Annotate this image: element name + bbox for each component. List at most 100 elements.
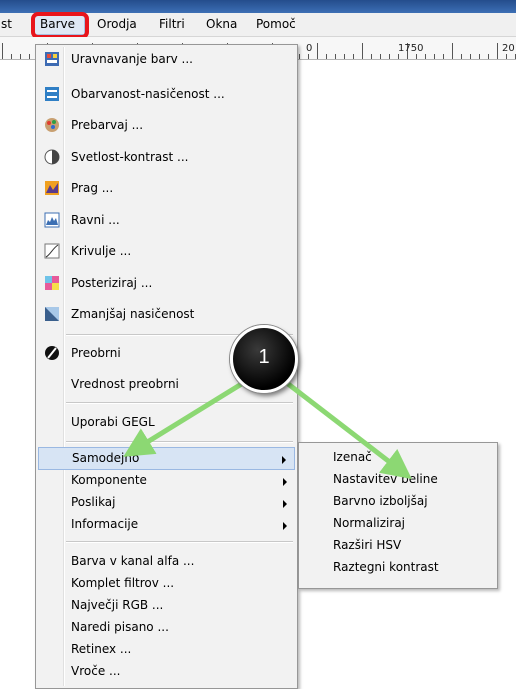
menu-item-label: Prebarvaj ... [71, 118, 144, 132]
color-balance-icon [45, 52, 59, 66]
menu-item-label: Komponente [71, 473, 147, 487]
ruler-tick [416, 54, 417, 59]
menu-item-curves[interactable]: Krivulje ... [38, 240, 295, 264]
menu-item-label: Krivulje ... [71, 244, 132, 258]
menubar-item-partial[interactable]: st [1, 17, 12, 32]
levels-icon [44, 212, 60, 228]
menu-item-label: Komplet filtrov ... [71, 576, 175, 590]
ruler-tick [353, 54, 354, 59]
menubar-item-tools[interactable]: Orodja [97, 17, 137, 32]
menu-item-label: Posteriziraj ... [71, 276, 153, 290]
hue-saturation-icon [45, 87, 59, 101]
posterize-icon [45, 276, 59, 290]
callout-number: 1 [258, 346, 270, 368]
ruler-tick [443, 54, 444, 59]
menu-item-label: Prag ... [71, 181, 114, 195]
menu-item-levels[interactable]: Ravni ... [38, 209, 295, 233]
menu-item-colorize[interactable]: Prebarvaj ... [38, 114, 295, 138]
menu-item-max-rgb[interactable]: Največji RGB ... [38, 595, 295, 617]
ruler-tick [497, 43, 498, 59]
menu-item-label: Samodejno [72, 451, 140, 465]
menubar-item-windows[interactable]: Okna [206, 17, 237, 32]
ruler-tick [317, 43, 318, 59]
menu-item-label: Uporabi GEGL [71, 415, 155, 429]
menu-item-brightness-contrast[interactable]: Svetlost-kontrast ... [38, 146, 295, 170]
curves-icon [44, 243, 60, 259]
submenu-arrow-icon [283, 522, 287, 530]
desaturate-icon [45, 307, 59, 321]
ruler-tick [29, 54, 30, 59]
menu-item-map[interactable]: Poslikaj [38, 492, 295, 514]
menu-item-colorify[interactable]: Naredi pisano ... [38, 617, 295, 639]
menu-item-use-gegl[interactable]: Uporabi GEGL [38, 411, 295, 435]
menu-item-color-balance[interactable]: Uravnavanje barv ... [38, 48, 295, 72]
highlight-box [31, 12, 89, 39]
submenu-arrow-icon [283, 478, 287, 486]
ruler-tick [479, 54, 480, 59]
submenu-item-white-balance[interactable]: Nastavitev beline [333, 469, 438, 490]
menu-item-label: Največji RGB ... [71, 598, 164, 612]
ruler-tick [506, 54, 507, 59]
menu-item-label: Vrednost preobrni [71, 377, 179, 391]
menu-item-label: Vroče ... [71, 664, 121, 678]
menu-item-filter-pack[interactable]: Komplet filtrov ... [38, 573, 295, 595]
menu-separator [66, 541, 293, 543]
auto-submenu: Izenač Nastavitev beline Barvno izboljša… [298, 442, 498, 589]
ruler-label: 0 [306, 43, 313, 54]
menu-item-label: Zmanjšaj nasičenost [71, 307, 195, 321]
menu-item-threshold[interactable]: Prag ... [38, 177, 295, 201]
ruler-tick [335, 54, 336, 59]
ruler-tick [434, 54, 435, 59]
menu-item-label: Uravnavanje barv ... [71, 52, 193, 66]
menu-separator [66, 402, 293, 404]
menu-item-label: Informacije [71, 517, 139, 531]
submenu-item-stretch-contrast[interactable]: Raztegni kontrast [333, 557, 439, 578]
submenu-item-stretch-hsv[interactable]: Razširi HSV [333, 535, 401, 556]
submenu-item-color-enhance[interactable]: Barvno izboljšaj [333, 491, 428, 512]
ruler-tick [488, 54, 489, 59]
menu-item-posterize[interactable]: Posteriziraj ... [38, 272, 295, 296]
ruler-tick [461, 54, 462, 59]
ruler-tick [470, 54, 471, 59]
submenu-item-equalize[interactable]: Izenač [333, 447, 372, 468]
ruler-tick [299, 54, 300, 59]
menubar-item-filters[interactable]: Filtri [159, 17, 185, 32]
colorize-icon [45, 118, 59, 132]
menu-item-label: Preobrni [71, 346, 121, 360]
menu-item-hue-saturation[interactable]: Obarvanost-nasičenost ... [38, 83, 295, 107]
menubar: st Barve Orodja Filtri Okna Pomoč [0, 12, 516, 39]
step-number-callout: 1 [230, 325, 298, 393]
ruler-tick [398, 54, 399, 59]
menu-item-retinex[interactable]: Retinex ... [38, 639, 295, 661]
menu-item-label: Barva v kanal alfa ... [71, 554, 195, 568]
menu-item-components[interactable]: Komponente [38, 470, 295, 492]
ruler-tick [389, 54, 390, 59]
ruler-tick [380, 54, 381, 59]
menu-item-label: Ravni ... [71, 213, 120, 227]
menubar-item-help[interactable]: Pomoč [256, 17, 296, 32]
ruler-label: 20 [502, 43, 515, 54]
menu-item-auto[interactable]: Samodejno [38, 447, 295, 470]
brightness-contrast-icon [44, 149, 60, 165]
menu-item-hot[interactable]: Vroče ... [38, 661, 295, 683]
ruler-tick [326, 54, 327, 59]
ruler-tick [371, 54, 372, 59]
menu-item-label: Retinex ... [71, 642, 132, 656]
ruler-tick [11, 54, 12, 59]
menu-item-label: Naredi pisano ... [71, 620, 169, 634]
submenu-item-normalize[interactable]: Normaliziraj [333, 513, 405, 534]
submenu-arrow-icon [283, 500, 287, 508]
menu-item-info[interactable]: Informacije [38, 514, 295, 536]
menu-item-label: Obarvanost-nasičenost ... [71, 87, 225, 101]
menu-separator [66, 441, 293, 443]
ruler-tick [308, 54, 309, 59]
menu-item-label: Poslikaj [71, 495, 116, 509]
ruler-label: 1750 [398, 43, 424, 54]
invert-icon [45, 346, 59, 360]
menu-item-color-to-alpha[interactable]: Barva v kanal alfa ... [38, 551, 295, 573]
ruler-tick [2, 43, 3, 59]
threshold-icon [45, 181, 59, 195]
ruler-tick [452, 43, 453, 59]
menu-item-desaturate[interactable]: Zmanjšaj nasičenost [38, 303, 295, 327]
ruler-tick [425, 54, 426, 59]
